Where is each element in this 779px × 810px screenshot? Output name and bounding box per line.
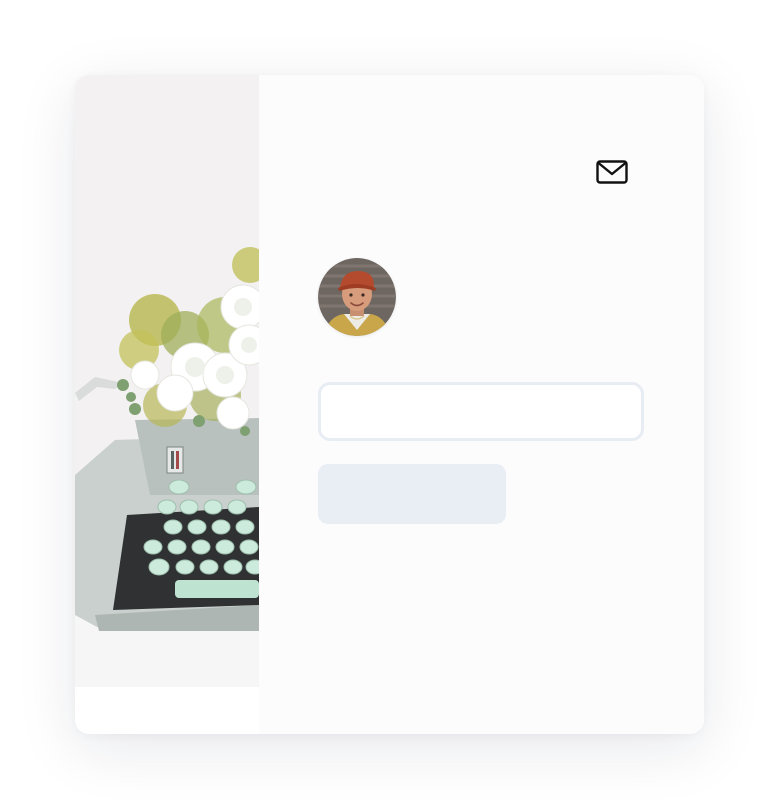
envelope-icon [596,160,628,184]
avatar [318,258,396,336]
hero-image [75,75,259,687]
login-card [75,75,704,734]
content-panel [259,75,704,734]
user-avatar-image [318,258,396,336]
typewriter-flowers-illustration [75,75,259,687]
submit-button[interactable] [318,464,506,524]
mail-button[interactable] [595,155,629,189]
email-input[interactable] [318,382,644,441]
page-backdrop [0,0,779,810]
